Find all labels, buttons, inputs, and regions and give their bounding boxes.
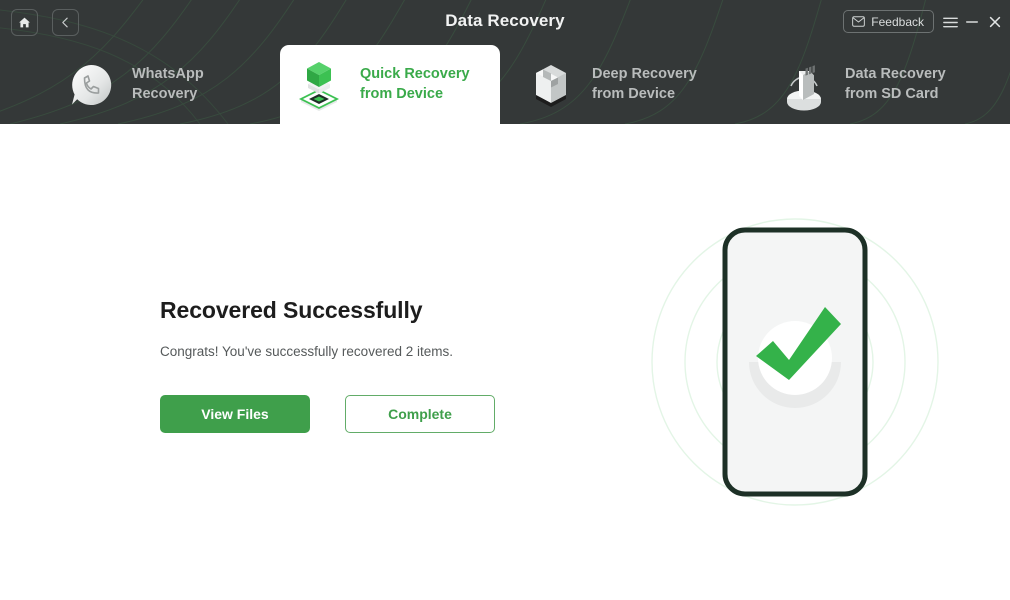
- title-bar: Data Recovery Feedback: [0, 0, 1010, 45]
- hamburger-menu-icon: [942, 17, 958, 27]
- result-copy-block: Recovered Successfully Congrats! You've …: [160, 297, 495, 433]
- main-content: Recovered Successfully Congrats! You've …: [0, 124, 1010, 600]
- close-button[interactable]: [985, 12, 1005, 32]
- minimize-icon: [966, 21, 978, 23]
- tab-label: Data Recovery from SD Card: [845, 65, 946, 102]
- app-window: Data Recovery Feedback WhatsApp Recovery…: [0, 0, 1010, 600]
- action-button-row: View Files Complete: [160, 395, 495, 433]
- tab-whatsapp-recovery[interactable]: WhatsApp Recovery: [0, 45, 280, 124]
- tab-deep-recovery-from-device[interactable]: Deep Recovery from Device: [500, 45, 755, 124]
- close-icon: [989, 16, 1001, 28]
- tab-label: Deep Recovery from Device: [592, 65, 697, 102]
- sd-card-icon: [775, 56, 833, 114]
- whatsapp-bubble-icon: [62, 56, 120, 114]
- feedback-label: Feedback: [871, 14, 924, 29]
- tab-data-recovery-from-sd-card[interactable]: Data Recovery from SD Card: [755, 45, 1010, 124]
- result-headline: Recovered Successfully: [160, 297, 423, 323]
- open-box-icon: [522, 56, 580, 114]
- success-illustration: [645, 212, 945, 512]
- minimize-button[interactable]: [962, 12, 982, 32]
- feedback-button[interactable]: Feedback: [843, 10, 934, 33]
- menu-button[interactable]: [940, 12, 960, 32]
- complete-button[interactable]: Complete: [345, 395, 495, 433]
- tab-bar: WhatsApp Recovery Quick Recovery from De…: [0, 45, 1010, 124]
- tab-label: WhatsApp Recovery: [132, 65, 204, 102]
- header: Data Recovery Feedback WhatsApp Recovery…: [0, 0, 1010, 124]
- result-subline: Congrats! You've successfully recovered …: [160, 344, 453, 359]
- tab-label: Quick Recovery from Device: [360, 65, 470, 102]
- green-cube-icon: [290, 56, 348, 114]
- envelope-icon: [852, 16, 866, 27]
- tab-quick-recovery-from-device[interactable]: Quick Recovery from Device: [280, 45, 500, 124]
- view-files-button[interactable]: View Files: [160, 395, 310, 433]
